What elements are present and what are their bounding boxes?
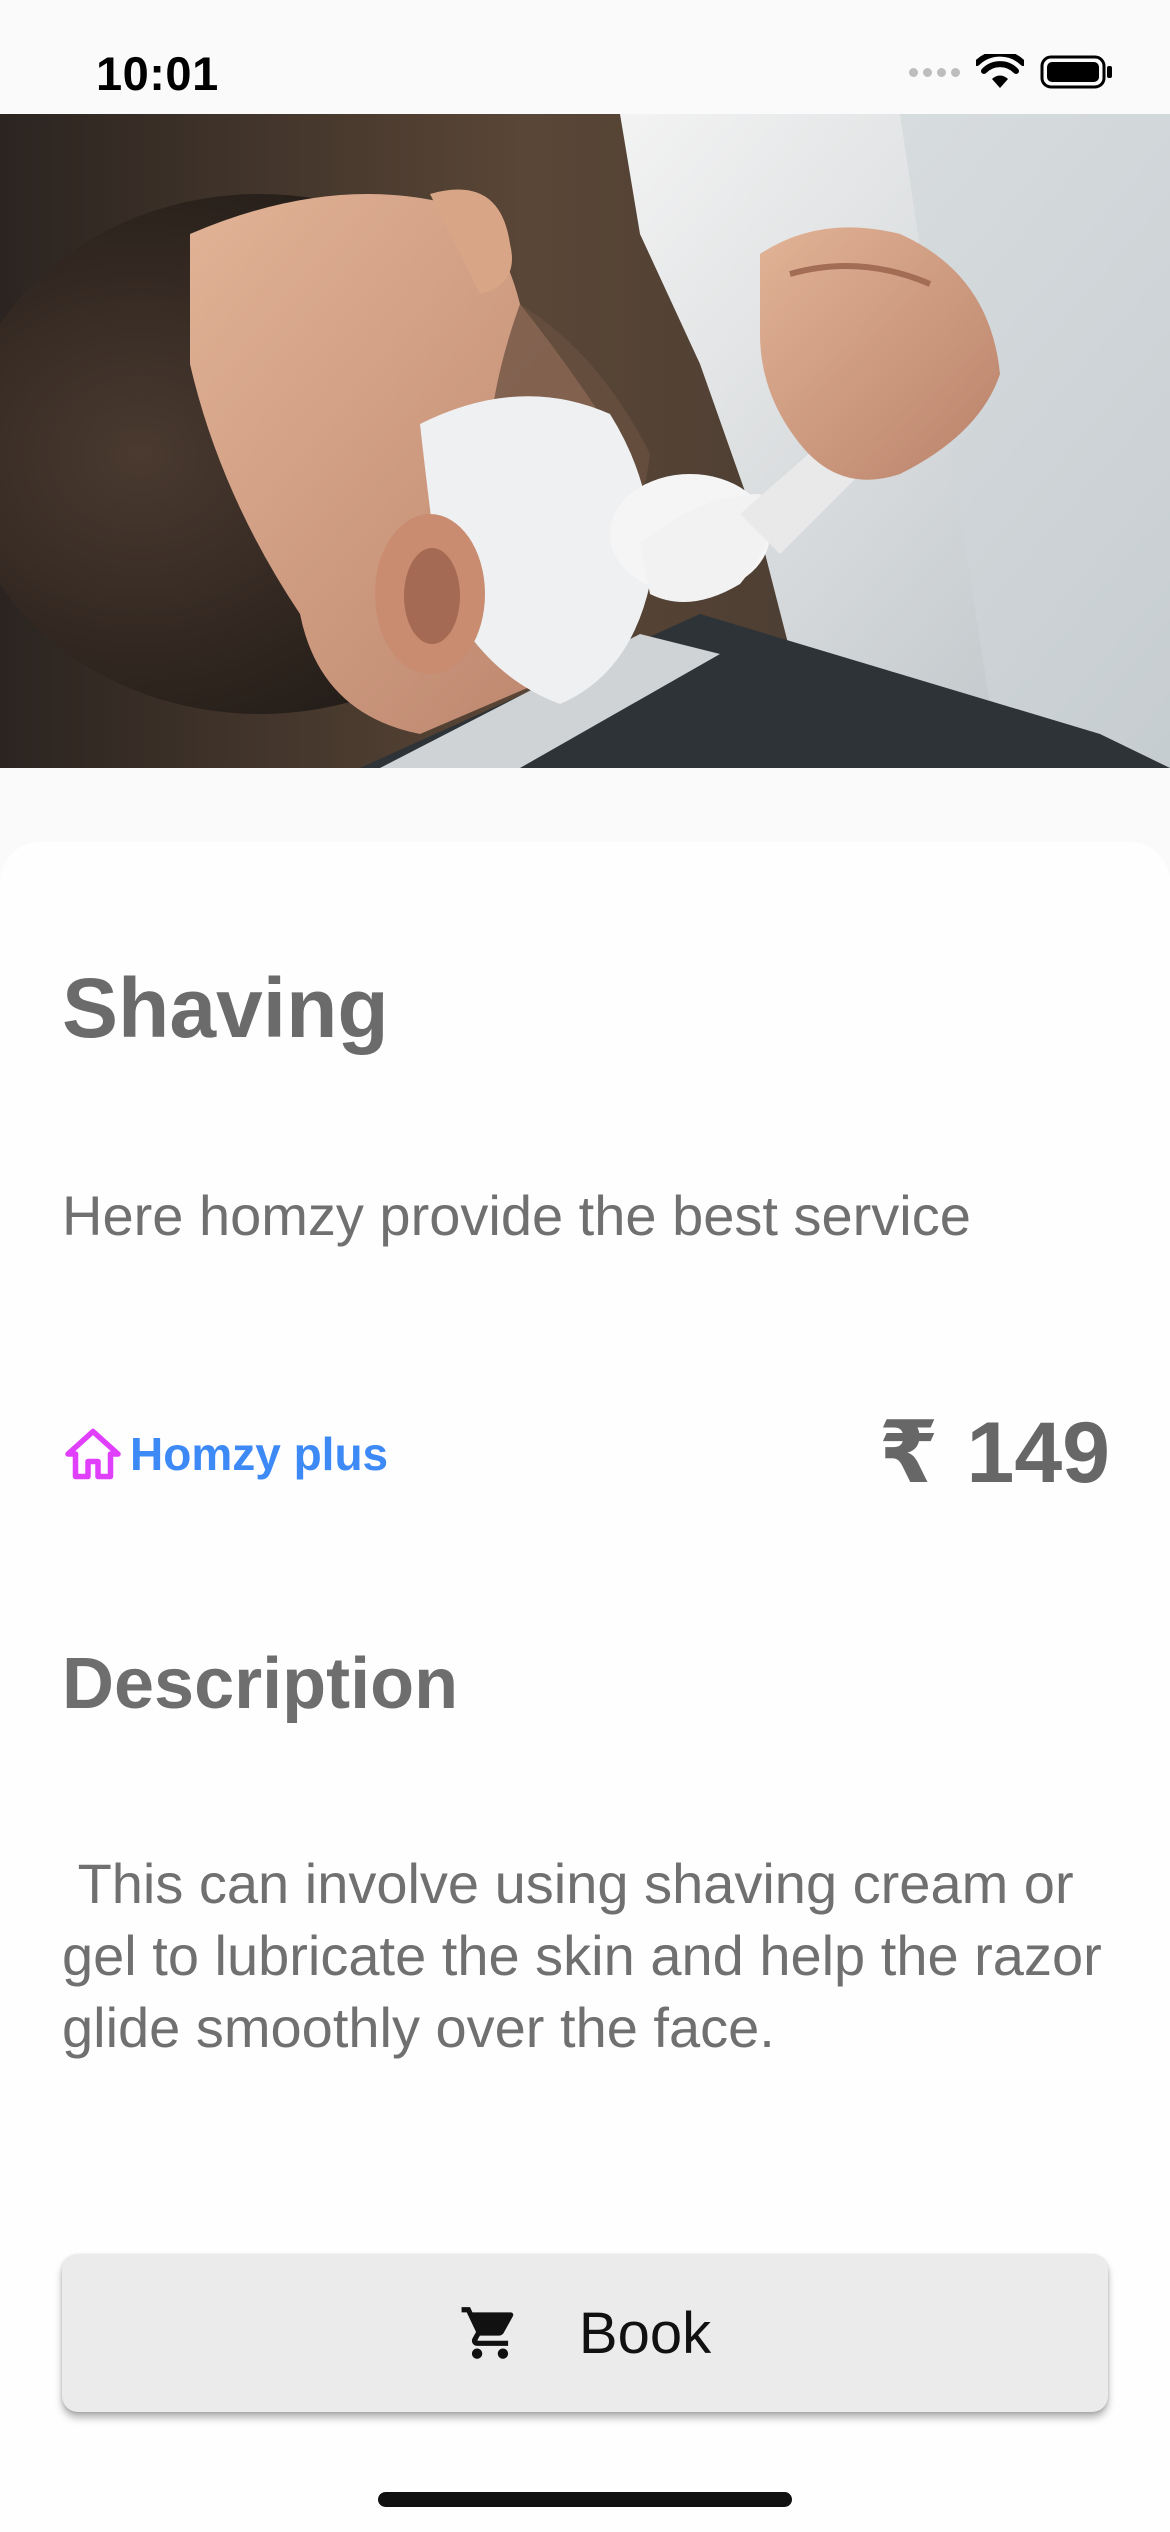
description-heading: Description bbox=[62, 1644, 459, 1724]
status-bar: 10:01 bbox=[0, 0, 1170, 114]
service-subtitle: Here homzy provide the best service bbox=[62, 1184, 971, 1247]
currency-symbol: ₹ bbox=[878, 1405, 939, 1501]
service-title: Shaving bbox=[62, 961, 389, 1055]
book-button-label: Book bbox=[578, 2300, 712, 2366]
home-icon bbox=[65, 1428, 121, 1480]
hero-image bbox=[0, 114, 1170, 768]
shopping-cart-icon bbox=[461, 2307, 514, 2359]
barber-shaving-illustration bbox=[0, 114, 1170, 768]
homzy-plus-badge: Homzy plus bbox=[62, 1424, 388, 1484]
status-time: 10:01 bbox=[96, 47, 219, 100]
service-price: ₹ 149 bbox=[879, 1410, 1110, 1496]
description-text: This can involve using shaving cream or … bbox=[62, 1852, 1102, 2059]
home-indicator[interactable] bbox=[378, 2492, 792, 2507]
homzy-plus-label: Homzy plus bbox=[130, 1428, 389, 1480]
membership-price-row: Homzy plus ₹ 149 bbox=[62, 1410, 1110, 1500]
cellular-signal-icon bbox=[909, 67, 960, 77]
price-amount: 149 bbox=[966, 1405, 1111, 1501]
status-icons bbox=[909, 52, 1114, 92]
battery-icon bbox=[1040, 55, 1112, 89]
book-button[interactable]: Book bbox=[62, 2254, 1108, 2412]
wifi-icon bbox=[976, 54, 1024, 88]
